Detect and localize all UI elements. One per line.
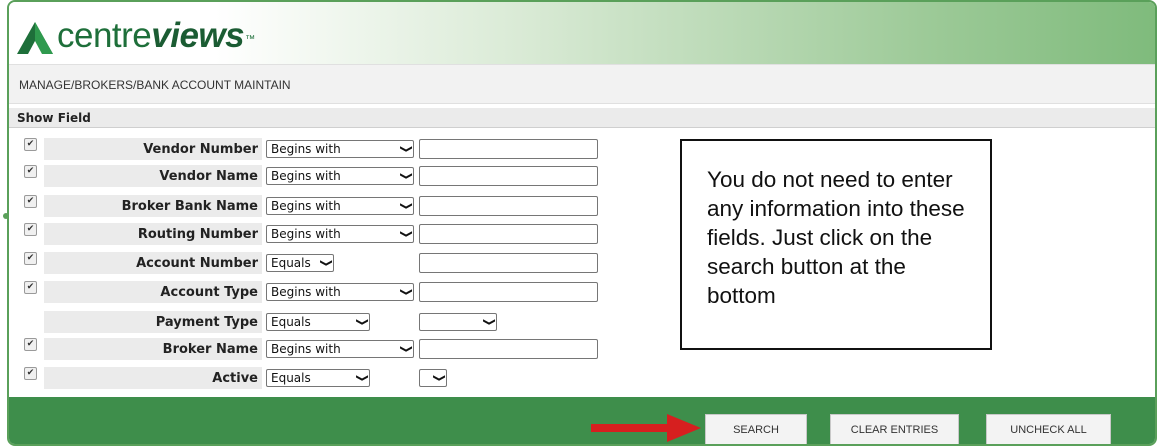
triangle-logo-icon <box>17 22 53 54</box>
operator-value: Begins with <box>271 227 341 241</box>
operator-select-account-type[interactable]: Begins with ❯ <box>266 283 414 301</box>
routing-number-input[interactable] <box>419 224 598 244</box>
chevron-down-icon: ❯ <box>354 373 369 383</box>
show-checkbox-account-number[interactable]: ✔ <box>24 252 37 265</box>
logo-text: centreviews™ <box>57 16 255 56</box>
operator-select-payment-type[interactable]: Equals ❯ <box>266 313 370 331</box>
chevron-down-icon: ❯ <box>481 317 496 327</box>
operator-select-vendor-name[interactable]: Begins with ❯ <box>266 167 414 185</box>
vendor-name-input[interactable] <box>419 166 598 186</box>
broker-name-input[interactable] <box>419 339 598 359</box>
logo: centreviews™ <box>15 12 255 56</box>
field-row-account-type: ✔ Account Type Begins with ❯ <box>9 281 679 303</box>
field-row-payment-type: Payment Type Equals ❯ ❯ <box>9 311 679 333</box>
label-cell: Broker Bank Name <box>44 195 262 217</box>
label-cell: Routing Number <box>44 223 262 245</box>
show-field-label: Show Field <box>17 111 91 125</box>
field-label: Broker Bank Name <box>121 199 258 214</box>
operator-select-account-number[interactable]: Equals ❯ <box>266 254 334 272</box>
footer-button-bar: SEARCH CLEAR ENTRIES UNCHECK ALL <box>9 397 1155 444</box>
account-type-input[interactable] <box>419 282 598 302</box>
red-arrow-icon <box>591 414 701 442</box>
field-label: Vendor Number <box>143 142 258 157</box>
chevron-down-icon: ❯ <box>431 373 446 383</box>
active-value-select[interactable]: ❯ <box>419 369 447 387</box>
breadcrumb: MANAGE/BROKERS/BANK ACCOUNT MAINTAIN <box>19 78 291 92</box>
payment-type-value-select[interactable]: ❯ <box>419 313 497 331</box>
label-cell: Account Number <box>44 252 262 274</box>
field-label: Account Number <box>136 256 258 271</box>
show-checkbox-vendor-name[interactable]: ✔ <box>24 165 37 178</box>
operator-select-active[interactable]: Equals ❯ <box>266 369 370 387</box>
field-row-account-number: ✔ Account Number Equals ❯ <box>9 252 679 274</box>
show-checkbox-account-type[interactable]: ✔ <box>24 281 37 294</box>
show-checkbox-routing-number[interactable]: ✔ <box>24 223 37 236</box>
operator-value: Equals <box>271 256 311 270</box>
uncheck-all-button[interactable]: UNCHECK ALL <box>986 414 1111 444</box>
show-field-header: Show Field <box>9 108 1155 128</box>
logo-text-bold: views <box>151 16 245 55</box>
field-row-vendor-number: ✔ Vendor Number Begins with ❯ <box>9 138 679 160</box>
field-label: Vendor Name <box>159 169 258 184</box>
label-cell: Account Type <box>44 281 262 303</box>
chevron-down-icon: ❯ <box>398 287 413 297</box>
label-cell: Vendor Name <box>44 165 262 187</box>
instruction-text: You do not need to enter any information… <box>707 167 965 308</box>
chevron-down-icon: ❯ <box>398 144 413 154</box>
vendor-number-input[interactable] <box>419 139 598 159</box>
operator-value: Begins with <box>271 342 341 356</box>
app-window: centreviews™ MANAGE/BROKERS/BANK ACCOUNT… <box>7 0 1157 446</box>
field-label: Routing Number <box>137 227 258 242</box>
field-row-broker-bank-name: ✔ Broker Bank Name Begins with ❯ <box>9 195 679 217</box>
chevron-down-icon: ❯ <box>398 344 413 354</box>
label-cell: Vendor Number <box>44 138 262 160</box>
field-label: Active <box>212 371 258 386</box>
account-number-input[interactable] <box>419 253 598 273</box>
field-row-vendor-name: ✔ Vendor Name Begins with ❯ <box>9 165 679 187</box>
operator-value: Equals <box>271 371 311 385</box>
operator-value: Equals <box>271 315 311 329</box>
operator-select-vendor-number[interactable]: Begins with ❯ <box>266 140 414 158</box>
app-header: centreviews™ <box>9 2 1155 64</box>
chevron-down-icon: ❯ <box>354 317 369 327</box>
clear-entries-button[interactable]: CLEAR ENTRIES <box>830 414 959 444</box>
broker-bank-name-input[interactable] <box>419 196 598 216</box>
operator-select-broker-bank-name[interactable]: Begins with ❯ <box>266 197 414 215</box>
chevron-down-icon: ❯ <box>318 258 333 268</box>
operator-value: Begins with <box>271 285 341 299</box>
search-button[interactable]: SEARCH <box>705 414 807 444</box>
field-row-broker-name: ✔ Broker Name Begins with ❯ <box>9 338 679 360</box>
instruction-callout: You do not need to enter any information… <box>680 139 992 350</box>
trademark-symbol: ™ <box>245 34 255 45</box>
operator-value: Begins with <box>271 199 341 213</box>
field-row-routing-number: ✔ Routing Number Begins with ❯ <box>9 223 679 245</box>
logo-text-light: centre <box>57 16 152 55</box>
operator-select-routing-number[interactable]: Begins with ❯ <box>266 225 414 243</box>
chevron-down-icon: ❯ <box>398 171 413 181</box>
field-label: Broker Name <box>162 342 258 357</box>
operator-select-broker-name[interactable]: Begins with ❯ <box>266 340 414 358</box>
label-cell: Payment Type <box>44 311 262 333</box>
chevron-down-icon: ❯ <box>398 229 413 239</box>
field-label: Payment Type <box>155 315 258 330</box>
chevron-down-icon: ❯ <box>398 201 413 211</box>
label-cell: Active <box>44 367 262 389</box>
breadcrumb-bar: MANAGE/BROKERS/BANK ACCOUNT MAINTAIN <box>9 64 1155 104</box>
field-row-active: ✔ Active Equals ❯ ❯ <box>9 367 679 389</box>
operator-value: Begins with <box>271 142 341 156</box>
show-checkbox-vendor-number[interactable]: ✔ <box>24 138 37 151</box>
operator-value: Begins with <box>271 169 341 183</box>
label-cell: Broker Name <box>44 338 262 360</box>
show-checkbox-broker-name[interactable]: ✔ <box>24 338 37 351</box>
show-checkbox-broker-bank-name[interactable]: ✔ <box>24 195 37 208</box>
field-label: Account Type <box>160 285 258 300</box>
show-checkbox-active[interactable]: ✔ <box>24 367 37 380</box>
